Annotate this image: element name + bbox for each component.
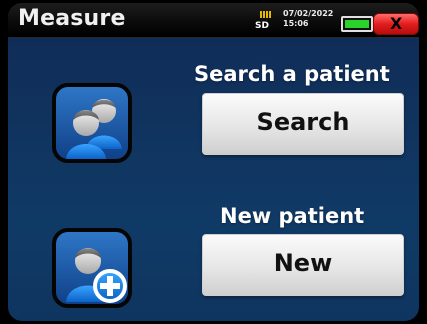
- sd-card-label: SD: [255, 21, 269, 31]
- search-button-label: Search: [256, 108, 350, 136]
- datetime: 07/02/2022 15:06: [283, 9, 333, 29]
- title-bar: Measure SD 07/02/2022 15:06 X: [8, 3, 419, 38]
- new-patient-button-label: New: [273, 249, 333, 277]
- battery-fill: [345, 20, 369, 28]
- device-frame: Measure SD 07/02/2022 15:06 X Search a p…: [0, 0, 427, 324]
- patients-icon: [52, 83, 132, 163]
- close-button[interactable]: X: [373, 13, 419, 35]
- page-title: Measure: [18, 6, 126, 31]
- time-text: 15:06: [283, 19, 309, 28]
- new-patient-heading: New patient: [220, 204, 365, 228]
- date-text: 07/02/2022: [283, 9, 334, 18]
- sd-card-bars: [260, 11, 271, 18]
- search-heading: Search a patient: [194, 62, 390, 86]
- app-screen: Measure SD 07/02/2022 15:06 X Search a p…: [8, 3, 419, 321]
- sd-card-icon: SD: [255, 10, 277, 34]
- battery-icon: [341, 16, 373, 32]
- close-icon: X: [390, 14, 403, 33]
- new-patient-icon-graphic: [52, 228, 132, 308]
- search-button[interactable]: Search: [202, 93, 404, 155]
- new-patient-button[interactable]: New: [202, 234, 404, 296]
- patients-icon-graphic: [52, 83, 132, 163]
- new-patient-icon: [52, 228, 132, 308]
